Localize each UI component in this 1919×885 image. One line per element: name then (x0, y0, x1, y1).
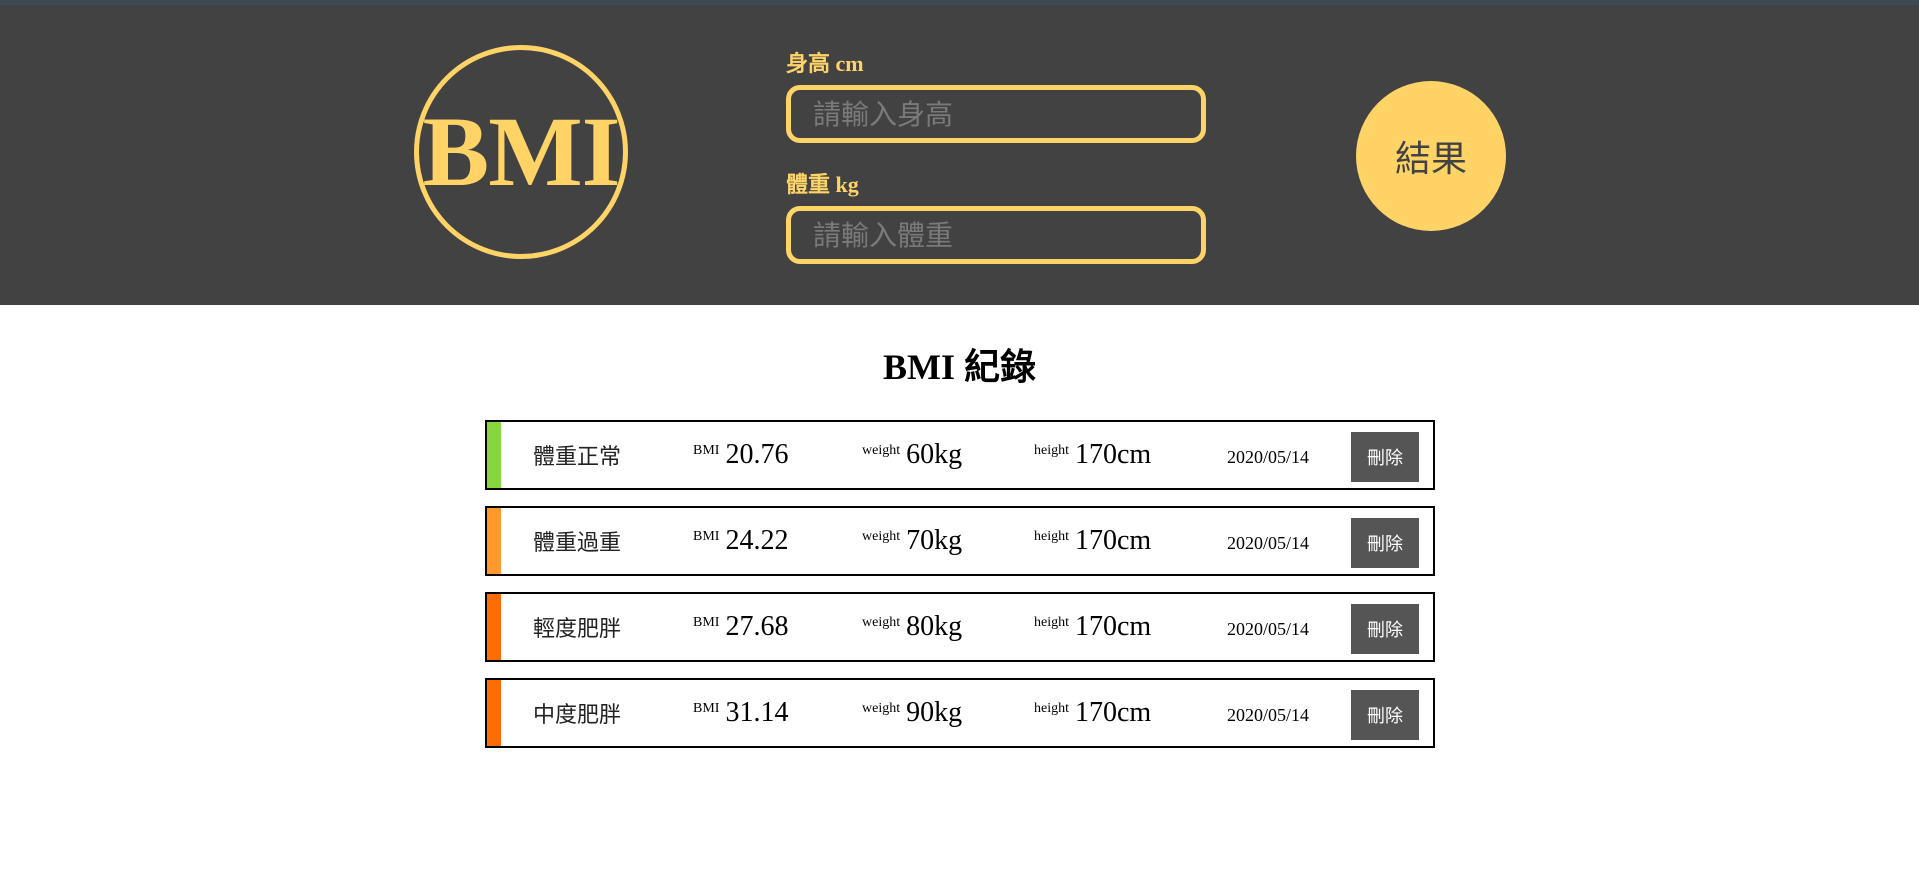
height-value: 170cm (1075, 697, 1152, 728)
bmi-value: 20.76 (725, 439, 789, 470)
record-weight: weight 60kg (862, 422, 962, 488)
height-value: 170cm (1075, 611, 1152, 642)
record-bmi: BMI 20.76 (693, 422, 788, 488)
record-row: 中度肥胖 BMI 31.14 weight 90kg height 170cm … (485, 678, 1435, 748)
status-color-bar (487, 508, 501, 574)
record-row: 輕度肥胖 BMI 27.68 weight 80kg height 170cm … (485, 592, 1435, 662)
status-color-bar (487, 594, 501, 660)
height-label: height (1034, 701, 1069, 716)
bmi-logo: BMI (414, 45, 628, 259)
record-height: height 170cm (1034, 594, 1151, 660)
bmi-label: BMI (693, 701, 720, 716)
height-value: 170cm (1075, 439, 1152, 470)
weight-input[interactable] (786, 206, 1206, 264)
logo-text: BMI (422, 96, 621, 207)
bmi-value: 27.68 (725, 611, 789, 642)
bmi-value: 31.14 (725, 697, 789, 728)
weight-value: 60kg (906, 439, 963, 470)
weight-value: 80kg (906, 611, 963, 642)
record-status: 中度肥胖 (533, 703, 622, 728)
record-weight: weight 80kg (862, 594, 962, 660)
weight-label: weight (862, 529, 901, 544)
delete-button[interactable]: 刪除 (1351, 690, 1419, 740)
record-bmi: BMI 24.22 (693, 508, 788, 574)
status-color-bar (487, 680, 501, 746)
record-height: height 170cm (1034, 680, 1151, 746)
records-title: BMI 紀錄 (882, 347, 1036, 387)
height-value: 170cm (1075, 525, 1152, 556)
bmi-value: 24.22 (725, 525, 789, 556)
record-height: height 170cm (1034, 508, 1151, 574)
record-row: 體重過重 BMI 24.22 weight 70kg height 170cm … (485, 506, 1435, 576)
height-label: height (1034, 443, 1069, 458)
height-label: 身高 cm (786, 51, 864, 76)
record-height: height 170cm (1034, 422, 1151, 488)
record-status: 體重過重 (533, 531, 622, 556)
record-status: 輕度肥胖 (533, 617, 622, 642)
record-date: 2020/05/14 (1227, 704, 1310, 725)
height-input[interactable] (786, 85, 1206, 143)
record-bmi: BMI 31.14 (693, 680, 788, 746)
weight-value: 70kg (906, 525, 963, 556)
delete-button[interactable]: 刪除 (1351, 518, 1419, 568)
height-label: height (1034, 529, 1069, 544)
record-status: 體重正常 (533, 445, 622, 470)
status-color-bar (487, 422, 501, 488)
record-weight: weight 70kg (862, 508, 962, 574)
records-list: 體重正常 BMI 20.76 weight 60kg height 170cm … (485, 420, 1435, 764)
bmi-label: BMI (693, 615, 720, 630)
weight-value: 90kg (906, 697, 963, 728)
weight-label: 體重 kg (786, 172, 859, 197)
record-row: 體重正常 BMI 20.76 weight 60kg height 170cm … (485, 420, 1435, 490)
record-date: 2020/05/14 (1227, 532, 1310, 553)
record-weight: weight 90kg (862, 680, 962, 746)
weight-label: weight (862, 443, 901, 458)
header: BMI 身高 cm 體重 kg 結果 (0, 5, 1919, 305)
weight-label: weight (862, 701, 901, 716)
weight-label: weight (862, 615, 901, 630)
height-label: height (1034, 615, 1069, 630)
record-date: 2020/05/14 (1227, 446, 1310, 467)
result-button[interactable]: 結果 (1356, 81, 1506, 231)
delete-button[interactable]: 刪除 (1351, 604, 1419, 654)
bmi-label: BMI (693, 529, 720, 544)
bmi-label: BMI (693, 443, 720, 458)
delete-button[interactable]: 刪除 (1351, 432, 1419, 482)
record-date: 2020/05/14 (1227, 618, 1310, 639)
record-bmi: BMI 27.68 (693, 594, 788, 660)
